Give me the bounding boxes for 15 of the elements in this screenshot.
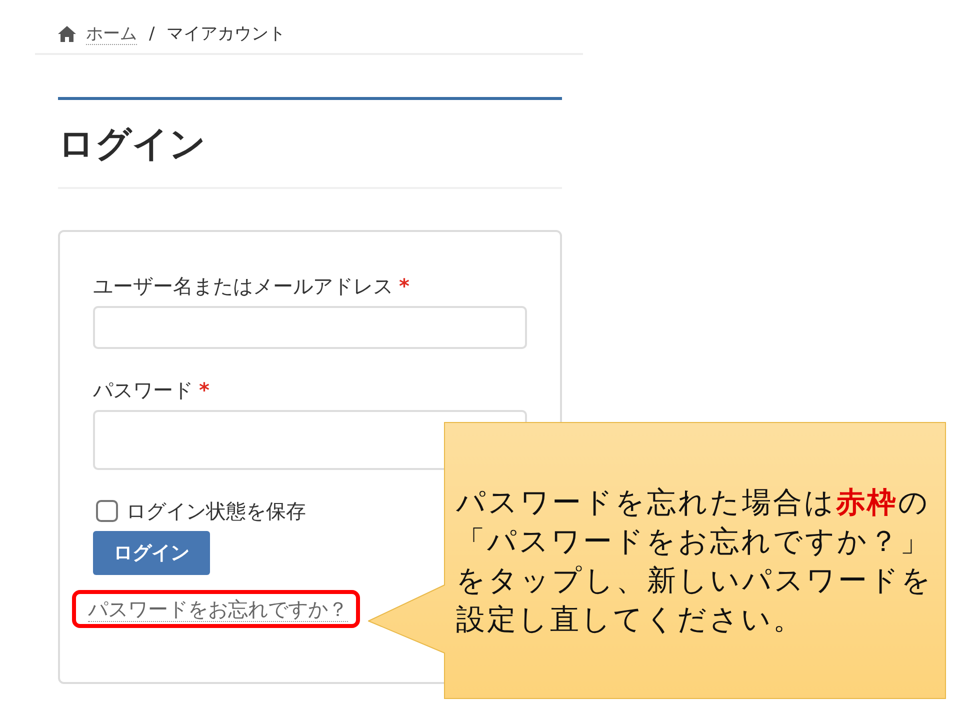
- callout-text: パスワードを忘れた場合は赤枠の「パスワードをお忘れですか？」をタップし、新しいパスワードを設定し直してください。: [456, 484, 934, 638]
- login-button[interactable]: ログイン: [93, 531, 210, 575]
- required-mark: *: [199, 378, 210, 402]
- field-label: ユーザー名またはメールアドレス: [93, 274, 393, 298]
- checkbox[interactable]: [96, 500, 118, 522]
- breadcrumb-current: マイアカウント: [166, 23, 286, 46]
- breadcrumb-separator: /: [149, 23, 155, 46]
- breadcrumb-link[interactable]: ホーム: [86, 24, 137, 44]
- home-icon: [58, 26, 76, 42]
- page-title: ログイン: [58, 100, 562, 189]
- checkbox-label: ログイン状態を保存: [126, 498, 306, 524]
- field-label: パスワード: [93, 378, 193, 402]
- forgot-password-link[interactable]: パスワードをお忘れですか？: [88, 597, 348, 622]
- input-field[interactable]: [93, 306, 527, 349]
- required-mark: *: [399, 274, 410, 298]
